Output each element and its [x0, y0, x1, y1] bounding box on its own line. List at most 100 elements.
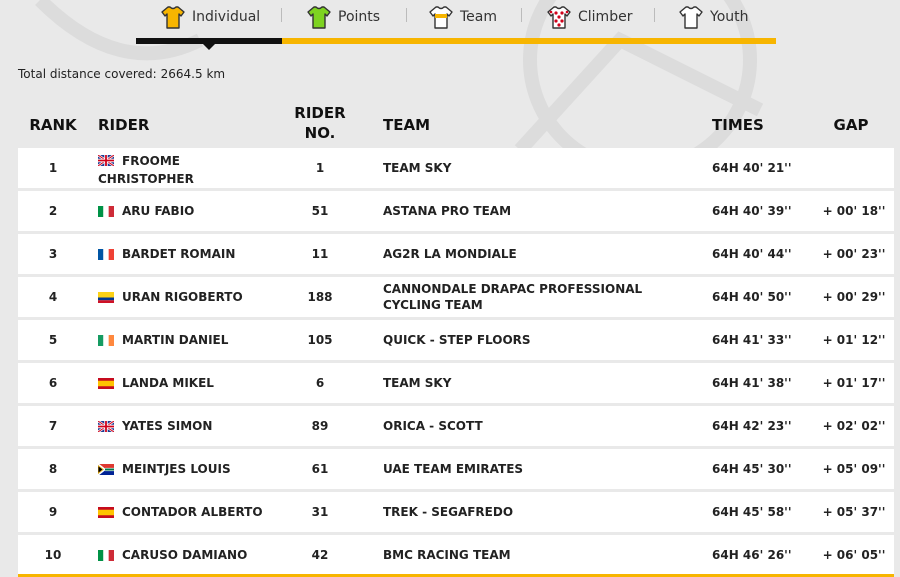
flag-it-icon [98, 549, 114, 561]
table-row[interactable]: 5 MARTIN DANIEL 105 QUICK - STEP FLOORS … [18, 320, 894, 360]
tab-points-label: Points [338, 9, 381, 25]
table-row[interactable]: 10 CARUSO DAMIANO 42 BMC RACING TEAM 64H… [18, 535, 894, 575]
gap-cell: + 00' 23'' [822, 247, 886, 261]
flag-es-icon [98, 506, 114, 518]
time-cell: 64H 45' 58'' [712, 505, 792, 519]
tab-divider [521, 8, 522, 22]
rider-name: FROOME CHRISTOPHER [98, 154, 194, 186]
rank-cell: 3 [48, 247, 58, 261]
gap-cell: + 05' 37'' [822, 505, 886, 519]
rider-name: ARU FABIO [122, 204, 195, 218]
polka-dot-jersey-icon [547, 6, 571, 29]
table-row[interactable]: 2 ARU FABIO 51 ASTANA PRO TEAM 64H 40' 3… [18, 191, 894, 231]
flag-za-icon [98, 463, 114, 475]
tab-climber-label: Climber [578, 9, 633, 25]
rider-cell[interactable]: URAN RIGOBERTO [98, 277, 278, 317]
tab-youth[interactable]: Youth [678, 0, 749, 34]
rank-cell: 1 [48, 161, 58, 175]
rider-name: CONTADOR ALBERTO [122, 505, 263, 519]
gap-cell: + 00' 18'' [822, 204, 886, 218]
tab-divider [281, 8, 282, 22]
team-cell[interactable]: TEAM SKY [383, 148, 703, 188]
white-jersey-icon [679, 6, 703, 29]
column-rider-no: RIDER NO. [294, 104, 346, 142]
tab-youth-label: Youth [710, 9, 749, 25]
rank-cell: 10 [44, 548, 62, 562]
rider-cell[interactable]: BARDET ROMAIN [98, 234, 278, 274]
rank-cell: 9 [48, 505, 58, 519]
rider-number-cell: 6 [315, 376, 325, 390]
time-cell: 64H 41' 33'' [712, 333, 792, 347]
tab-team-label: Team [460, 9, 498, 25]
flag-gb-icon [98, 155, 114, 166]
rider-cell[interactable]: MARTIN DANIEL [98, 320, 278, 360]
time-cell: 64H 42' 23'' [712, 419, 792, 433]
rider-number-cell: 51 [311, 204, 329, 218]
rider-name: YATES SIMON [122, 419, 213, 433]
gap-cell: + 05' 09'' [822, 462, 886, 476]
table-row[interactable]: 9 CONTADOR ALBERTO 31 TREK - SEGAFREDO 6… [18, 492, 894, 532]
team-cell[interactable]: CANNONDALE DRAPAC PROFESSIONAL CYCLING T… [383, 277, 703, 317]
column-team: TEAM [383, 116, 431, 134]
gap-cell: + 02' 02'' [822, 419, 886, 433]
total-distance-label: Total distance covered: [18, 67, 157, 81]
rider-cell[interactable]: YATES SIMON [98, 406, 278, 446]
rider-cell[interactable]: CARUSO DAMIANO [98, 535, 278, 575]
table-row[interactable]: 3 BARDET ROMAIN 11 AG2R LA MONDIALE 64H … [18, 234, 894, 274]
rider-number-cell: 188 [307, 290, 333, 304]
column-times: TIMES [712, 116, 764, 134]
time-cell: 64H 46' 26'' [712, 548, 792, 562]
rider-cell[interactable]: FROOME CHRISTOPHER [98, 148, 278, 188]
rider-cell[interactable]: MEINTJES LOUIS [98, 449, 278, 489]
rider-number-cell: 1 [315, 161, 325, 175]
rank-cell: 8 [48, 462, 58, 476]
team-cell[interactable]: TREK - SEGAFREDO [383, 492, 703, 532]
rider-name: CARUSO DAMIANO [122, 548, 248, 562]
column-rank: RANK [29, 116, 77, 134]
tab-divider [654, 8, 655, 22]
team-cell[interactable]: UAE TEAM EMIRATES [383, 449, 703, 489]
table-row[interactable]: 6 LANDA MIKEL 6 TEAM SKY 64H 41' 38'' + … [18, 363, 894, 403]
team-cell[interactable]: BMC RACING TEAM [383, 535, 703, 575]
team-cell[interactable]: ORICA - SCOTT [383, 406, 703, 446]
rider-cell[interactable]: LANDA MIKEL [98, 363, 278, 403]
tab-climber[interactable]: Climber [546, 0, 632, 34]
team-cell[interactable]: QUICK - STEP FLOORS [383, 320, 703, 360]
gap-cell: + 01' 12'' [822, 333, 886, 347]
tab-points[interactable]: Points [306, 0, 380, 34]
column-gap: GAP [833, 116, 869, 134]
rank-cell: 5 [48, 333, 58, 347]
rider-cell[interactable]: CONTADOR ALBERTO [98, 492, 278, 532]
tab-individual[interactable]: Individual [160, 0, 260, 34]
rider-number-cell: 89 [311, 419, 329, 433]
classification-tabs: Individual Points Team Climber Youth [136, 0, 776, 50]
total-distance-value: 2664.5 km [160, 67, 226, 81]
column-rider: RIDER [98, 116, 150, 134]
tab-team[interactable]: Team [428, 0, 497, 34]
team-cell[interactable]: TEAM SKY [383, 363, 703, 403]
rank-cell: 7 [48, 419, 58, 433]
time-cell: 64H 45' 30'' [712, 462, 792, 476]
tab-individual-label: Individual [192, 9, 261, 25]
flag-ie-icon [98, 334, 114, 346]
rider-cell[interactable]: ARU FABIO [98, 191, 278, 231]
rider-name: MARTIN DANIEL [122, 333, 229, 347]
standings-table-header: RANK RIDER RIDER NO. TEAM TIMES GAP [18, 100, 894, 148]
flag-gb-icon [98, 420, 114, 432]
table-row[interactable]: 4 URAN RIGOBERTO 188 CANNONDALE DRAPAC P… [18, 277, 894, 317]
time-cell: 64H 41' 38'' [712, 376, 792, 390]
flag-it-icon [98, 205, 114, 217]
flag-co-icon [98, 291, 114, 303]
table-row[interactable]: 7 YATES SIMON 89 ORICA - SCOTT 64H 42' 2… [18, 406, 894, 446]
flag-es-icon [98, 377, 114, 389]
rider-name: BARDET ROMAIN [122, 247, 236, 261]
rider-number-cell: 11 [311, 247, 329, 261]
total-distance: Total distance covered: 2664.5 km [18, 67, 225, 81]
table-row[interactable]: 8 MEINTJES LOUIS 61 UAE TEAM EMIRATES 64… [18, 449, 894, 489]
team-cell[interactable]: AG2R LA MONDIALE [383, 234, 703, 274]
team-cell[interactable]: ASTANA PRO TEAM [383, 191, 703, 231]
gap-cell [818, 148, 890, 188]
rank-cell: 6 [48, 376, 58, 390]
table-row[interactable]: 1 FROOME CHRISTOPHER 1 TEAM SKY 64H 40' … [18, 148, 894, 188]
rider-number-cell: 61 [311, 462, 329, 476]
